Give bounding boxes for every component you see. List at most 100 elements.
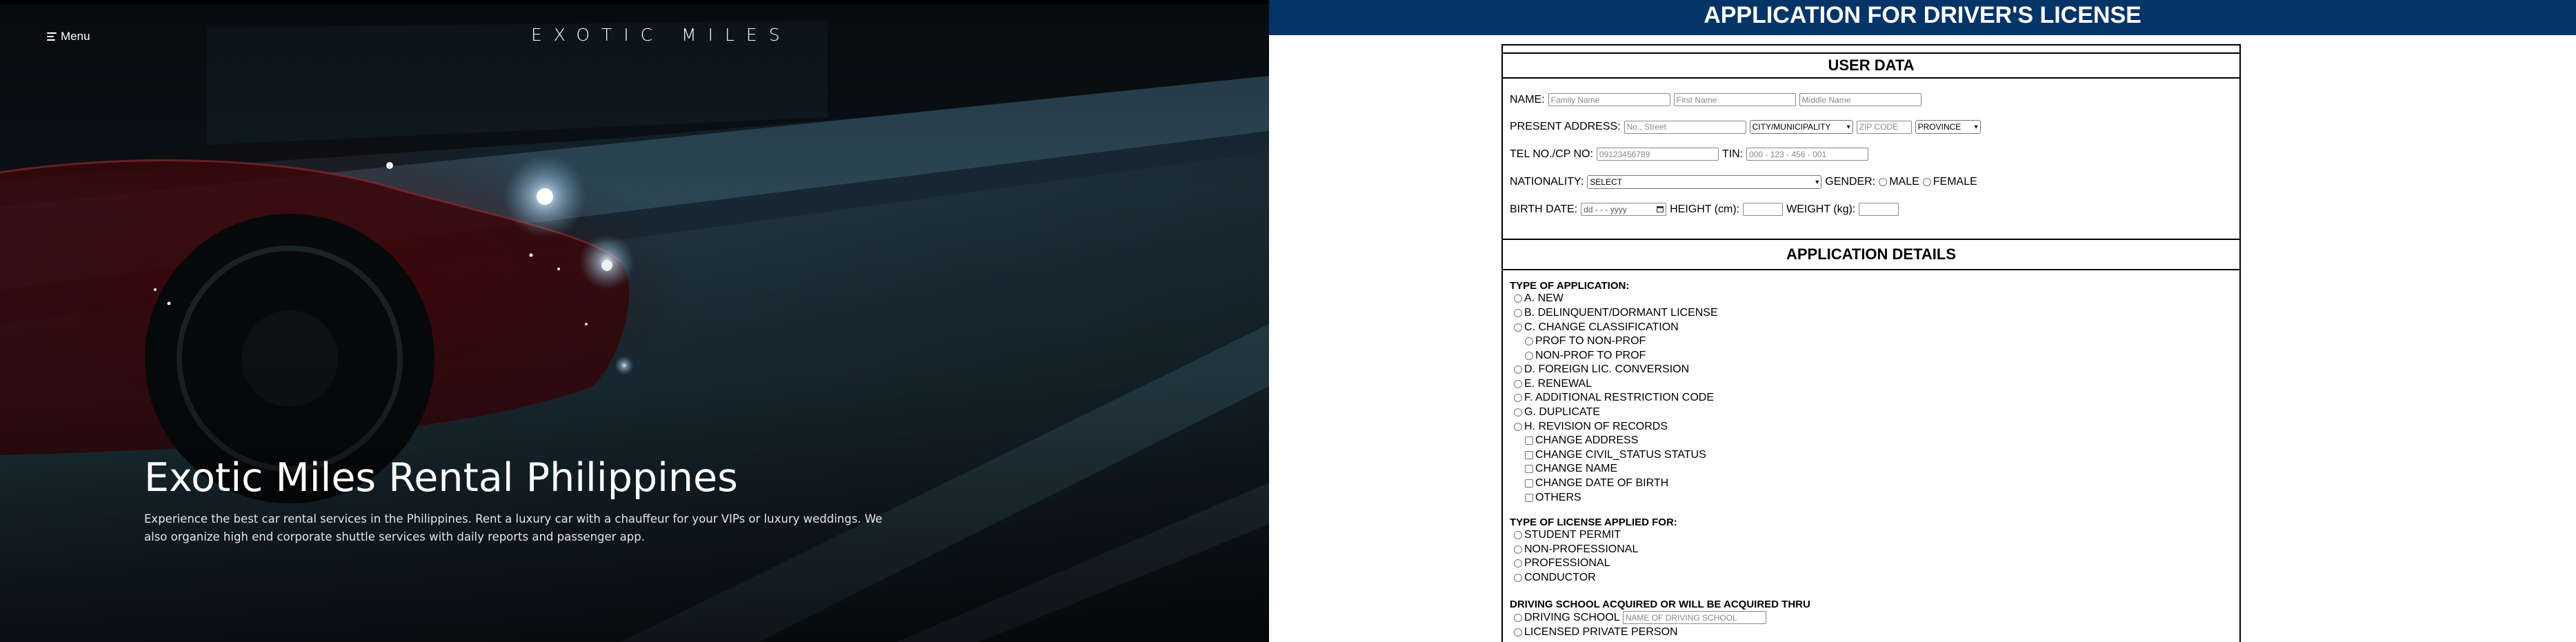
- gender-male-radio[interactable]: [1879, 178, 1888, 186]
- license-radio[interactable]: [1514, 531, 1522, 539]
- revision-label: CHANGE NAME: [1535, 463, 1618, 474]
- menu-button[interactable]: Menu: [47, 29, 90, 44]
- revision-label: CHANGE ADDRESS: [1535, 434, 1639, 446]
- revision-checkbox[interactable]: [1525, 437, 1533, 445]
- birth-date-placeholder: dd - - - yyyy: [1584, 204, 1627, 214]
- revision-label: CHANGE DATE OF BIRTH: [1535, 477, 1669, 489]
- province-select-value: PROVINCE: [1917, 122, 1961, 132]
- driving-school-name-input[interactable]: NAME OF DRIVING SCHOOL: [1622, 611, 1766, 624]
- revision-option[interactable]: CHANGE ADDRESS: [1525, 434, 1638, 447]
- type-option[interactable]: D. FOREIGN LIC. CONVERSION: [1514, 363, 1689, 376]
- school-option[interactable]: LICENSED PRIVATE PERSON: [1514, 626, 1678, 639]
- revision-option[interactable]: OTHERS: [1525, 492, 1581, 504]
- family-name-input[interactable]: Family Name: [1548, 93, 1670, 106]
- license-option[interactable]: STUDENT PERMIT: [1514, 529, 1621, 541]
- revision-label: CHANGE CIVIL_STATUS STATUS: [1535, 449, 1706, 461]
- type-option[interactable]: B. DELINQUENT/DORMANT LICENSE: [1514, 307, 1718, 319]
- type-label: H. REVISION OF RECORDS: [1524, 421, 1668, 432]
- type-label: A. NEW: [1524, 292, 1564, 304]
- type-radio[interactable]: [1514, 323, 1522, 332]
- revision-checkbox[interactable]: [1525, 465, 1533, 473]
- gender-female-label: FEMALE: [1933, 176, 1977, 188]
- license-radio[interactable]: [1514, 574, 1522, 582]
- contact-row: TEL NO./CP NO: 09123456789 TIN: 000 - 12…: [1510, 148, 1872, 161]
- address-row: PRESENT ADDRESS: No., Street CITY/MUNICI…: [1510, 120, 1984, 134]
- weight-input[interactable]: [1859, 203, 1899, 216]
- type-sub-option[interactable]: NON-PROF TO PROF: [1525, 350, 1646, 362]
- nationality-select[interactable]: SELECT ▾: [1587, 175, 1822, 189]
- type-label: E. RENEWAL: [1524, 378, 1592, 390]
- user-data-title: USER DATA: [1503, 52, 2239, 79]
- revision-checkbox[interactable]: [1525, 479, 1533, 488]
- type-label: B. DELINQUENT/DORMANT LICENSE: [1524, 307, 1718, 319]
- nationality-label: NATIONALITY:: [1510, 176, 1584, 188]
- revision-checkbox[interactable]: [1525, 494, 1533, 502]
- revision-option[interactable]: CHANGE DATE OF BIRTH: [1525, 477, 1668, 490]
- zip-code-input[interactable]: ZIP CODE: [1856, 120, 1912, 134]
- weight-label: WEIGHT (kg):: [1786, 203, 1856, 215]
- type-radio[interactable]: [1525, 337, 1533, 345]
- school-radio[interactable]: [1514, 613, 1522, 622]
- chevron-down-icon: ▾: [1974, 123, 1978, 131]
- type-radio[interactable]: [1514, 365, 1522, 374]
- province-select[interactable]: PROVINCE ▾: [1915, 120, 1981, 134]
- hero-top-bar: [0, 0, 1269, 4]
- type-radio[interactable]: [1514, 408, 1522, 417]
- type-option[interactable]: C. CHANGE CLASSIFICATION: [1514, 321, 1679, 334]
- type-option[interactable]: G. DUPLICATE: [1514, 406, 1600, 419]
- school-label: LICENSED PRIVATE PERSON: [1524, 626, 1678, 638]
- revision-option[interactable]: CHANGE NAME: [1525, 463, 1617, 475]
- revision-checkbox[interactable]: [1525, 451, 1533, 459]
- name-label: NAME:: [1510, 93, 1545, 106]
- type-radio[interactable]: [1514, 309, 1522, 317]
- type-radio[interactable]: [1525, 352, 1533, 360]
- name-row: NAME: Family Name First Name Middle Name: [1510, 93, 1925, 106]
- license-radio[interactable]: [1514, 559, 1522, 568]
- type-radio[interactable]: [1514, 423, 1522, 431]
- street-input[interactable]: No., Street: [1624, 120, 1746, 134]
- height-input[interactable]: [1743, 203, 1784, 216]
- tin-input[interactable]: 000 - 123 - 456 - 001: [1746, 148, 1869, 161]
- chevron-down-icon: ▾: [1846, 123, 1850, 131]
- type-label: NON-PROF TO PROF: [1535, 350, 1646, 361]
- type-option[interactable]: A. NEW: [1514, 292, 1564, 305]
- type-label: F. ADDITIONAL RESTRICTION CODE: [1524, 392, 1714, 403]
- license-option[interactable]: CONDUCTOR: [1514, 572, 1596, 584]
- license-label: CONDUCTOR: [1524, 572, 1596, 583]
- license-label: STUDENT PERMIT: [1524, 529, 1621, 541]
- middle-name-input[interactable]: Middle Name: [1799, 93, 1921, 106]
- birth-date-label: BIRTH DATE:: [1510, 203, 1578, 215]
- hero-title: Exotic Miles Rental Philippines: [144, 455, 738, 501]
- school-option[interactable]: DRIVING SCHOOL NAME OF DRIVING SCHOOL: [1514, 611, 1770, 624]
- type-radio[interactable]: [1514, 394, 1522, 402]
- application-type-title: TYPE OF APPLICATION:: [1510, 280, 1630, 292]
- gender-female-radio[interactable]: [1922, 178, 1931, 186]
- first-name-input[interactable]: First Name: [1673, 93, 1796, 106]
- revision-option[interactable]: CHANGE CIVIL_STATUS STATUS: [1525, 449, 1706, 461]
- type-radio[interactable]: [1514, 380, 1522, 388]
- physical-row: BIRTH DATE: dd - - - yyyy HEIGHT (cm): W…: [1510, 203, 1902, 216]
- license-radio[interactable]: [1514, 545, 1522, 554]
- birth-date-input[interactable]: dd - - - yyyy: [1581, 203, 1667, 216]
- nationality-select-value: SELECT: [1590, 177, 1622, 187]
- type-option[interactable]: E. RENEWAL: [1514, 378, 1592, 390]
- school-radio[interactable]: [1514, 628, 1522, 636]
- type-radio[interactable]: [1514, 294, 1522, 303]
- tin-label: TIN:: [1721, 148, 1744, 160]
- hamburger-icon: [47, 32, 57, 41]
- type-label: D. FOREIGN LIC. CONVERSION: [1524, 363, 1690, 375]
- tel-input[interactable]: 09123456789: [1596, 148, 1719, 161]
- license-label: NON-PROFESSIONAL: [1524, 543, 1639, 555]
- license-option[interactable]: NON-PROFESSIONAL: [1514, 543, 1638, 556]
- license-option[interactable]: PROFESSIONAL: [1514, 557, 1610, 570]
- city-select[interactable]: CITY/MUNICIPALITY ▾: [1749, 120, 1853, 134]
- revision-label: OTHERS: [1535, 492, 1581, 503]
- nationality-row: NATIONALITY: SELECT ▾ GENDER: MALE FEMALE: [1510, 175, 1981, 189]
- type-label: PROF TO NON-PROF: [1535, 335, 1646, 347]
- type-option[interactable]: F. ADDITIONAL RESTRICTION CODE: [1514, 392, 1714, 404]
- calendar-icon: [1657, 206, 1664, 212]
- type-option[interactable]: H. REVISION OF RECORDS: [1514, 421, 1668, 433]
- type-sub-option[interactable]: PROF TO NON-PROF: [1525, 335, 1646, 348]
- site-logo[interactable]: EXOTIC MILES: [531, 25, 800, 46]
- address-label: PRESENT ADDRESS:: [1510, 121, 1621, 132]
